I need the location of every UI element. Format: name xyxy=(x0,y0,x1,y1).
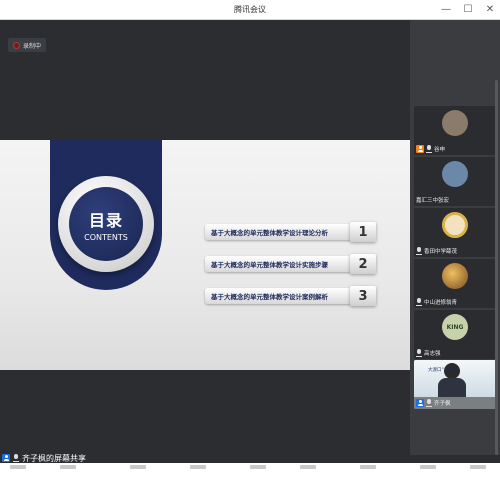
taskbar xyxy=(0,463,500,495)
participant-name: 齐子枫 xyxy=(434,401,451,407)
window-controls: — ☐ ✕ xyxy=(440,0,496,20)
taskbar-item[interactable] xyxy=(420,465,436,469)
taskbar-item[interactable] xyxy=(300,465,316,469)
toc-item-label: 基于大概念的单元整体教学设计理论分析 xyxy=(211,229,328,237)
user-icon xyxy=(416,399,424,407)
microphone-icon xyxy=(13,454,19,462)
toc-item: 基于大概念的单元整体教学设计实施步骤 2 xyxy=(205,254,376,274)
avatar xyxy=(442,212,468,238)
microphone-icon xyxy=(416,349,422,357)
participant-name: 谷申 xyxy=(434,147,446,153)
taskbar-item[interactable] xyxy=(250,465,266,469)
toc-item-label: 基于大概念的单元整体教学设计案例解析 xyxy=(211,293,328,301)
avatar xyxy=(442,161,468,187)
video-caption: 大渡口“十四五” xyxy=(428,368,460,373)
participant-name: 香田中学薛茂 xyxy=(424,249,458,255)
person-body xyxy=(438,378,466,397)
taskbar-item[interactable] xyxy=(190,465,206,469)
toc-item-number: 3 xyxy=(358,288,368,304)
participant-tile[interactable]: 香田中学薛茂 xyxy=(414,208,496,257)
user-icon xyxy=(2,454,10,462)
panel-scrollbar[interactable] xyxy=(495,80,498,455)
record-icon xyxy=(13,41,20,49)
avatar-text: KING xyxy=(446,323,464,331)
screen-share-area: 录制中 目录 CONTENTS 基于大概念的单元整体教学设计理论分析 1 基于大… xyxy=(0,20,410,455)
title-bar: 腾讯会议 — ☐ ✕ xyxy=(0,0,500,20)
slide-title-circle: 目录 CONTENTS xyxy=(69,187,143,261)
avatar xyxy=(442,110,468,136)
participant-tile[interactable]: 中山进修翁青 xyxy=(414,259,496,308)
window-title: 腾讯会议 xyxy=(234,5,266,14)
recording-label: 录制中 xyxy=(23,42,42,50)
close-icon[interactable]: ✕ xyxy=(484,0,496,20)
participant-name: 嘉汇三中张宏 xyxy=(416,198,450,204)
participant-video-tile[interactable]: 大渡口“十四五” 齐子枫 xyxy=(414,360,496,409)
participant-tile[interactable]: 谷申 xyxy=(414,106,496,155)
toc-item-number: 2 xyxy=(358,256,368,272)
microphone-icon xyxy=(416,298,422,306)
host-icon xyxy=(416,145,424,153)
taskbar-item[interactable] xyxy=(130,465,146,469)
participant-name: 高志强 xyxy=(424,351,441,357)
taskbar-item[interactable] xyxy=(60,465,76,469)
toc-item-number: 1 xyxy=(358,224,368,240)
toc-item-label: 基于大概念的单元整体教学设计实施步骤 xyxy=(211,261,328,269)
microphone-icon xyxy=(426,145,432,153)
participant-tile[interactable]: 嘉汇三中张宏 xyxy=(414,157,496,206)
toc-item: 基于大概念的单元整体教学设计理论分析 1 xyxy=(205,222,376,242)
slide-heading: 目录 xyxy=(88,210,123,230)
toc-item: 基于大概念的单元整体教学设计案例解析 3 xyxy=(205,286,376,306)
taskbar-item[interactable] xyxy=(360,465,376,469)
maximize-icon[interactable]: ☐ xyxy=(462,0,474,20)
screen-share-label: 齐子枫的屏幕共享 xyxy=(22,453,86,463)
participant-panel: 谷申 嘉汇三中张宏 香田中学薛茂 中山进修翁青 KING 高志强 大渡口“十四五… xyxy=(410,20,500,455)
recording-badge[interactable]: 录制中 xyxy=(8,38,47,52)
microphone-icon xyxy=(416,247,422,255)
taskbar-item[interactable] xyxy=(470,465,486,469)
participant-name: 中山进修翁青 xyxy=(424,300,458,306)
minimize-icon[interactable]: — xyxy=(440,0,452,20)
participant-tile[interactable]: KING 高志强 xyxy=(414,310,496,359)
avatar xyxy=(442,263,468,289)
slide-subheading: CONTENTS xyxy=(84,232,128,242)
presentation-slide: 目录 CONTENTS 基于大概念的单元整体教学设计理论分析 1 基于大概念的单… xyxy=(0,140,410,370)
microphone-icon xyxy=(426,399,432,407)
avatar: KING xyxy=(442,314,468,340)
taskbar-item[interactable] xyxy=(10,465,26,469)
